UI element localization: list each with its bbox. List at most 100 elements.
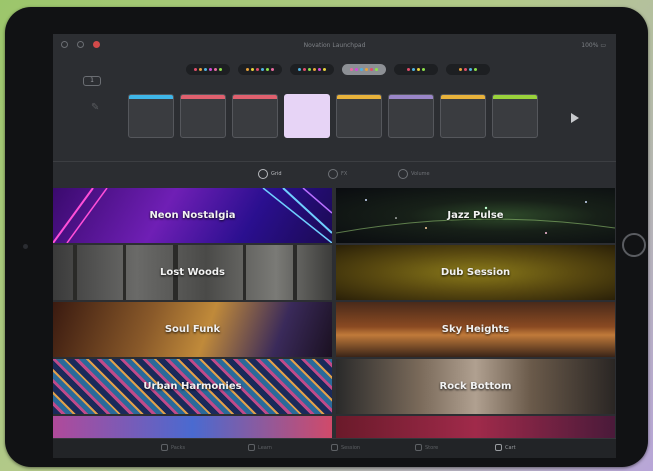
store-icon — [415, 444, 422, 451]
color-dot — [422, 68, 425, 71]
mode-fx-label: FX — [341, 171, 348, 177]
status-center-text: Novation Launchpad — [303, 42, 366, 49]
preset-selector — [186, 64, 490, 75]
color-dot — [407, 68, 410, 71]
color-dot — [194, 68, 197, 71]
preset-chip[interactable] — [446, 64, 490, 75]
preset-chip[interactable] — [342, 64, 386, 75]
sound-pad[interactable] — [336, 94, 382, 138]
color-dot — [370, 68, 373, 71]
color-dot — [204, 68, 207, 71]
tablet-device: Novation Launchpad 100% ▭ 1 ✎ Grid FX Vo… — [5, 7, 648, 467]
pack-title: Neon Nostalgia — [149, 210, 236, 221]
color-dot — [266, 68, 269, 71]
pad-toolbar: 1 ✎ — [53, 56, 616, 161]
grid-icon — [258, 169, 268, 179]
color-dot — [464, 68, 467, 71]
pad-color-bar — [493, 95, 537, 99]
color-dot — [303, 68, 306, 71]
pack-tile-sky-heights[interactable]: Sky Heights — [336, 302, 615, 357]
pack-tile-partial[interactable] — [336, 416, 615, 438]
color-dot — [214, 68, 217, 71]
pack-tile-urban-harmonies[interactable]: Urban Harmonies — [53, 359, 332, 414]
tab-label: Store — [425, 444, 439, 451]
color-dot — [313, 68, 316, 71]
tab-label: Session — [341, 444, 361, 451]
color-dot — [209, 68, 212, 71]
sound-pad[interactable] — [180, 94, 226, 138]
sound-pad[interactable] — [492, 94, 538, 138]
color-dot — [375, 68, 378, 71]
pad-color-bar — [129, 95, 173, 99]
tab-cart[interactable]: Cart — [495, 444, 516, 451]
pack-icon — [161, 444, 168, 451]
pack-tile-rock-bottom[interactable]: Rock Bottom — [336, 359, 615, 414]
pad-color-bar — [233, 95, 277, 99]
tab-session[interactable]: Session — [331, 444, 360, 451]
color-dot — [474, 68, 477, 71]
pack-title: Dub Session — [440, 267, 511, 278]
sound-pad[interactable] — [388, 94, 434, 138]
color-dot — [412, 68, 415, 71]
pack-tile-jazz-pulse[interactable]: Jazz Pulse — [336, 188, 615, 243]
cart-icon — [495, 444, 502, 451]
pack-title — [53, 416, 332, 438]
sound-pad[interactable] — [284, 94, 330, 138]
mode-grid[interactable]: Grid — [258, 169, 282, 179]
pad-color-bar — [285, 95, 329, 99]
home-button[interactable] — [622, 233, 646, 257]
tab-label: Cart — [505, 444, 516, 451]
color-dot — [271, 68, 274, 71]
mode-volume-label: Volume — [411, 171, 430, 177]
color-dot — [360, 68, 363, 71]
status-bar: Novation Launchpad 100% ▭ — [53, 34, 616, 56]
pack-tile-lost-woods[interactable]: Lost Woods — [53, 245, 332, 300]
color-dot — [318, 68, 321, 71]
sound-pad[interactable] — [440, 94, 486, 138]
mode-volume[interactable]: Volume — [398, 169, 430, 179]
color-dot — [323, 68, 326, 71]
pack-title: Sky Heights — [441, 324, 510, 335]
tab-learn[interactable]: Learn — [248, 444, 272, 451]
mode-fx[interactable]: FX — [328, 169, 347, 179]
color-dot — [261, 68, 264, 71]
edit-icon[interactable]: ✎ — [91, 102, 99, 113]
volume-icon — [398, 169, 408, 179]
pack-title: Rock Bottom — [439, 381, 512, 392]
preset-chip[interactable] — [186, 64, 230, 75]
color-dot — [417, 68, 420, 71]
page-badge[interactable]: 1 — [83, 76, 101, 86]
preset-chip[interactable] — [394, 64, 438, 75]
color-dot — [199, 68, 202, 71]
front-camera — [23, 244, 28, 249]
pack-tile-neon-nostalgia[interactable]: Neon Nostalgia — [53, 188, 332, 243]
pack-tile-dub-session[interactable]: Dub Session — [336, 245, 615, 300]
pad-color-bar — [441, 95, 485, 99]
pack-grid: Neon Nostalgia Jazz Pulse Lost Woods Dub… — [53, 188, 616, 438]
preset-chip[interactable] — [290, 64, 334, 75]
app-screen: Novation Launchpad 100% ▭ 1 ✎ Grid FX Vo… — [53, 34, 616, 458]
color-dot — [298, 68, 301, 71]
pack-title: Urban Harmonies — [143, 381, 242, 392]
color-dot — [246, 68, 249, 71]
pad-color-bar — [389, 95, 433, 99]
sound-pad[interactable] — [232, 94, 278, 138]
tab-packs[interactable]: Packs — [161, 444, 185, 451]
session-icon — [331, 444, 338, 451]
play-icon[interactable] — [571, 113, 579, 123]
pack-tile-soul-funk[interactable]: Soul Funk — [53, 302, 332, 357]
color-dot — [308, 68, 311, 71]
color-dot — [355, 68, 358, 71]
pack-title — [336, 416, 615, 438]
mode-grid-label: Grid — [271, 171, 282, 177]
color-dot — [256, 68, 259, 71]
preset-chip[interactable] — [238, 64, 282, 75]
pad-color-bar — [181, 95, 225, 99]
sound-pad[interactable] — [128, 94, 174, 138]
pad-strip — [128, 94, 538, 138]
pack-title: Jazz Pulse — [447, 210, 504, 221]
pad-color-bar — [337, 95, 381, 99]
status-right-text: 100% ▭ — [581, 42, 606, 49]
pack-tile-partial[interactable] — [53, 416, 332, 438]
tab-store[interactable]: Store — [415, 444, 438, 451]
